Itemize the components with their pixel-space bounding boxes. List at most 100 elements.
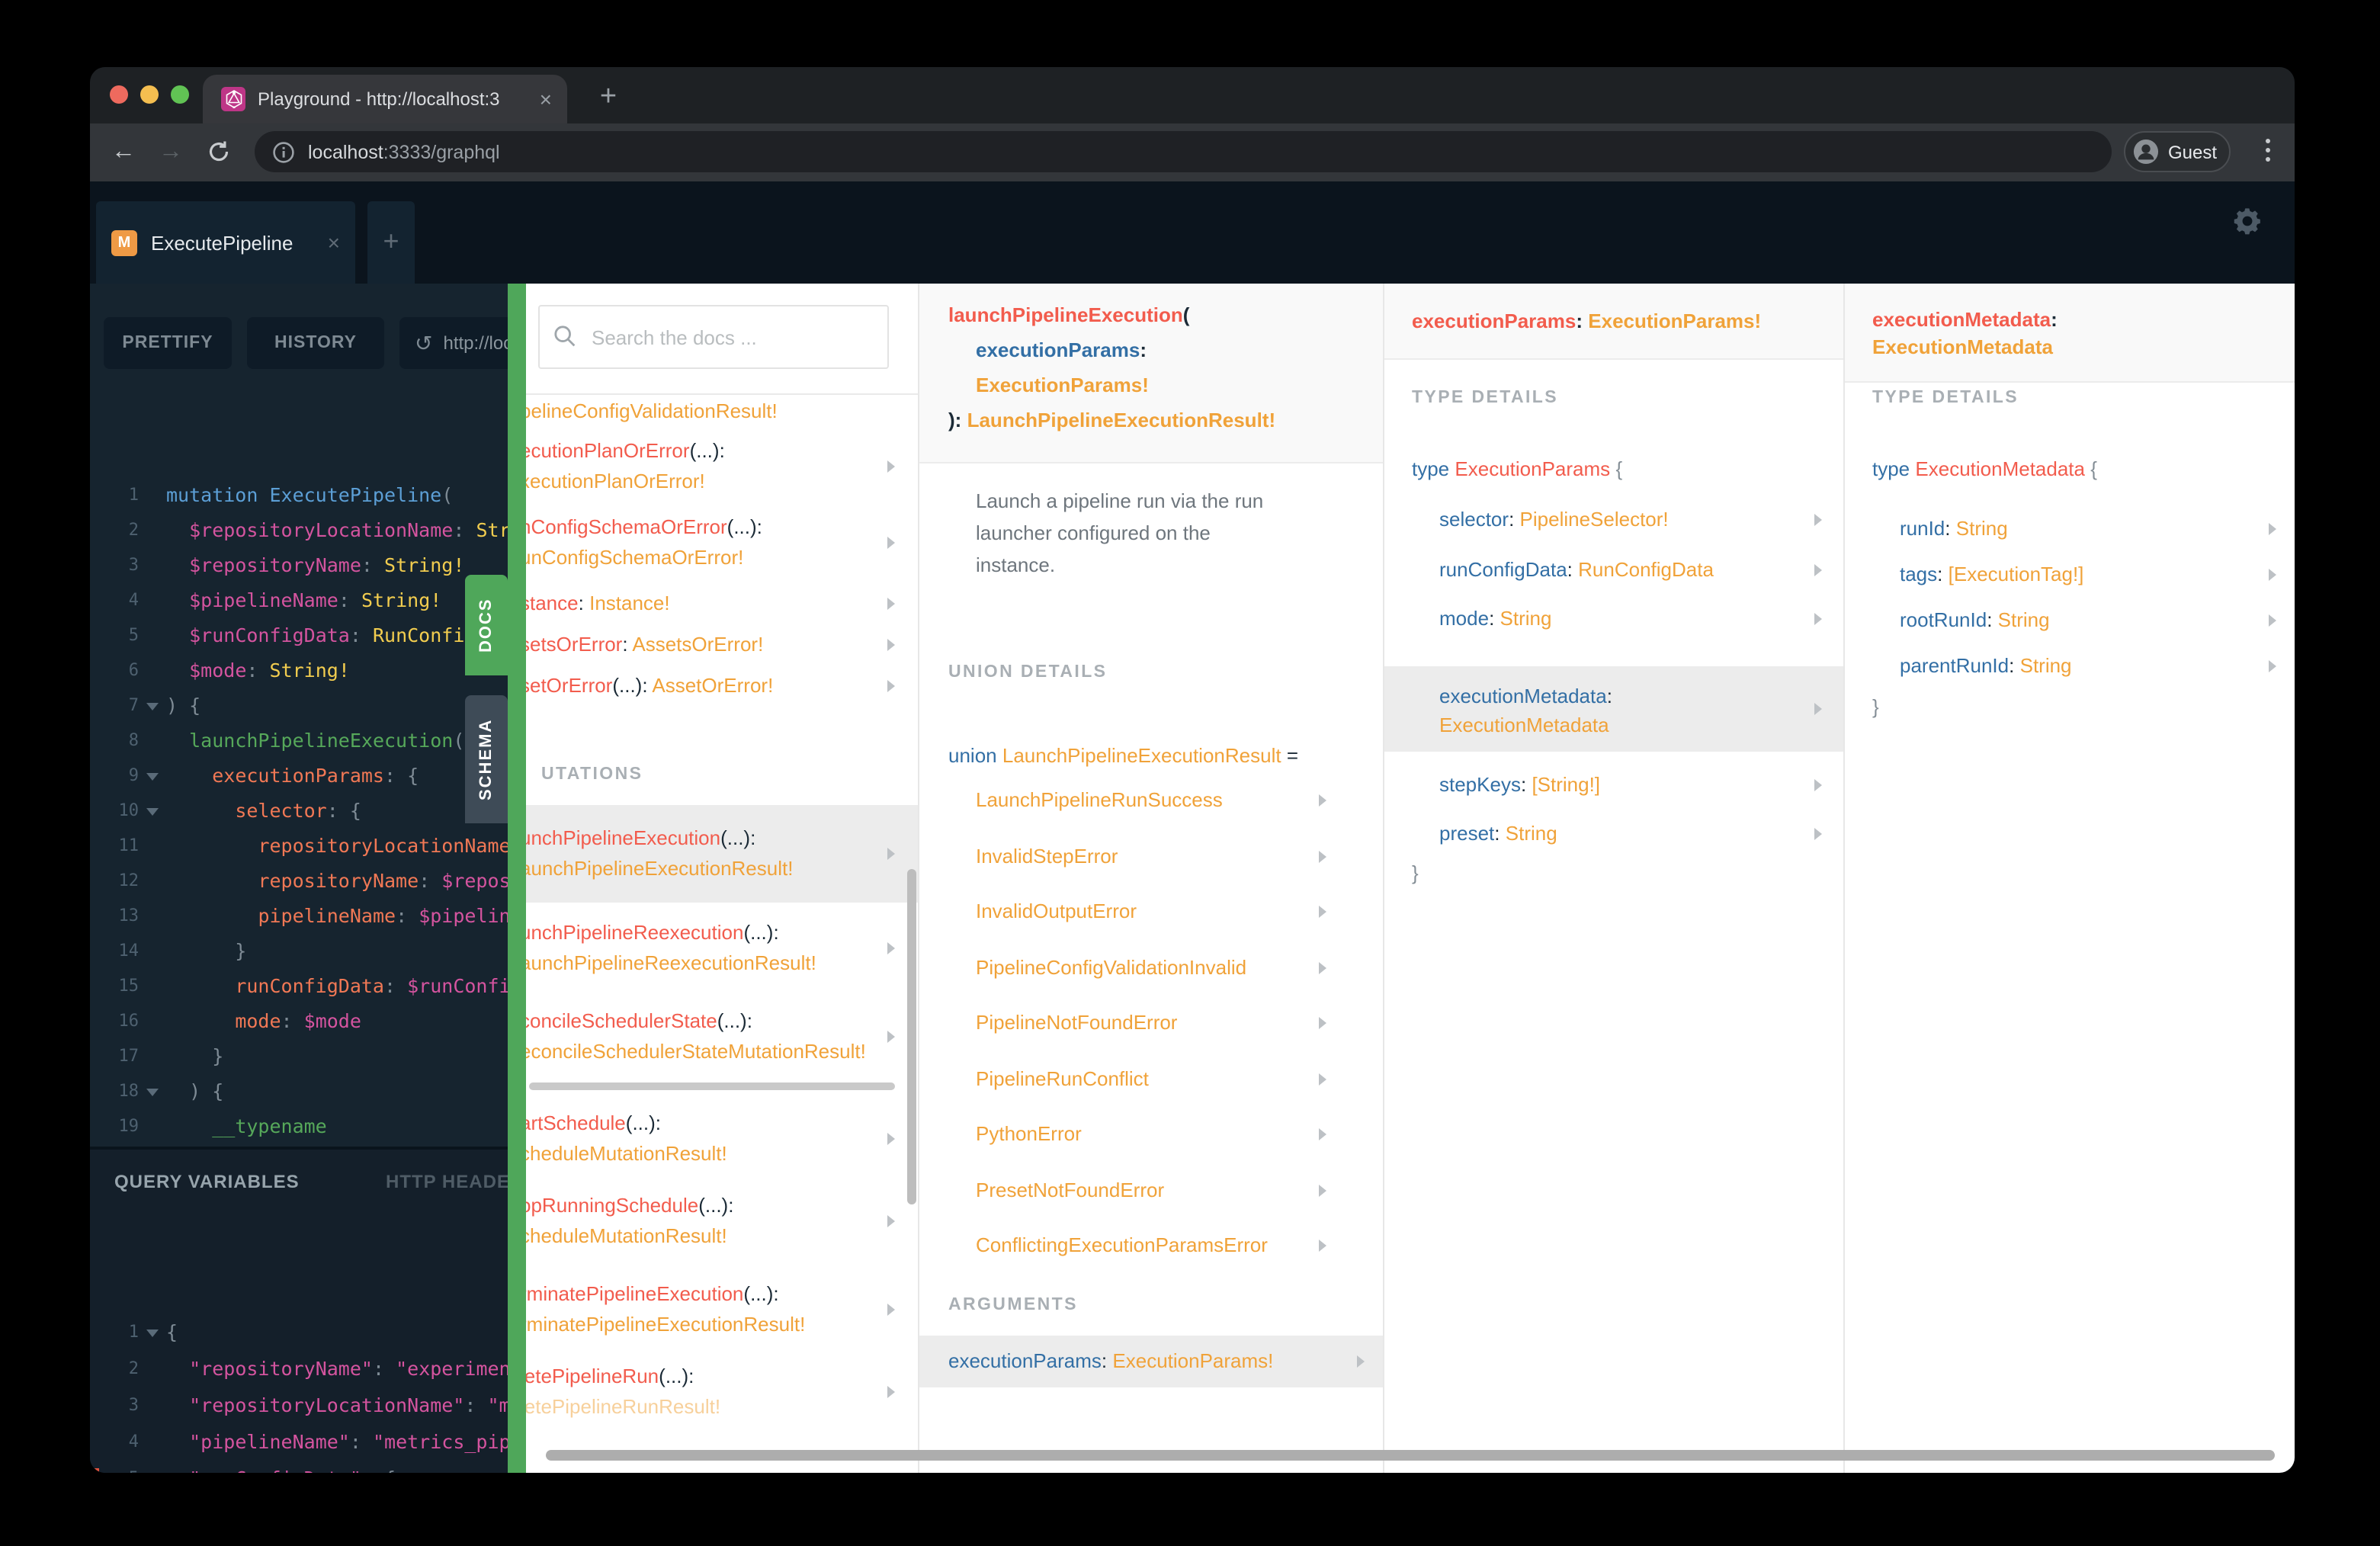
editor-line-13[interactable]: 13 pipelineName: $pipelineName: [90, 898, 508, 933]
doc-item-PythonError[interactable]: PythonError: [976, 1122, 1354, 1178]
type-declaration: type ExecutionMetadata {: [1872, 457, 2097, 480]
editor-line-4[interactable]: 4 "pipelineName": "metrics_pipeline": [90, 1424, 508, 1461]
doc-item-unchPipelineExecution[interactable]: unchPipelineExecution(...): aunchPipeline…: [526, 805, 918, 903]
schema-side-tab[interactable]: SCHEMA: [465, 695, 508, 823]
reload-icon[interactable]: [200, 134, 236, 171]
editor-line-8[interactable]: 8 launchPipelineExecution(: [90, 723, 508, 758]
doc-item-LaunchPipelineRunSuccess[interactable]: LaunchPipelineRunSuccess: [976, 788, 1354, 844]
endpoint-reload-icon[interactable]: ↺: [415, 330, 432, 356]
forward-icon[interactable]: →: [152, 134, 189, 171]
tab-query-variables[interactable]: QUERY VARIABLES: [114, 1171, 300, 1192]
doc-item-letePipelineRun[interactable]: letePipelineRun(...): letePipelineRunResu…: [526, 1362, 918, 1423]
doc-item-opRunningSchedule[interactable]: opRunningSchedule(...): cheduleMutationRe…: [526, 1191, 918, 1252]
doc-item-PresetNotFoundError[interactable]: PresetNotFoundError: [976, 1178, 1354, 1233]
doc-item-stepKeys[interactable]: stepKeys: [String!]: [1439, 772, 1843, 822]
editor-line-11[interactable]: 11 repositoryLocationName: $repositoryLo…: [90, 828, 508, 863]
editor-line-9[interactable]: 9 executionParams: {: [90, 758, 508, 793]
editor-line-14[interactable]: 14 }: [90, 933, 508, 968]
address-bar[interactable]: localhost:3333/graphql: [255, 131, 2112, 172]
query-editor[interactable]: 1 mutation ExecutePipeline(2 $repositoryL…: [90, 477, 508, 1255]
doc-item-mode[interactable]: mode: String: [1439, 607, 1843, 656]
editor-line-15[interactable]: 15 runConfigData: $runConfigData: [90, 968, 508, 1003]
doc-item-setOrError[interactable]: setOrError(...): AssetOrError!: [526, 671, 918, 701]
editor-line-3[interactable]: 3 "repositoryLocationName": "metrics": [90, 1387, 508, 1424]
doc-item-executionParams-argument[interactable]: executionParams: ExecutionParams!: [919, 1336, 1383, 1387]
docs-column-hscrollbar[interactable]: [529, 1083, 895, 1090]
docs-side-tab[interactable]: DOCS: [465, 575, 508, 675]
doc-item-rootRunId[interactable]: rootRunId: String: [1900, 608, 2295, 654]
editor-line-17[interactable]: 17 }: [90, 1038, 508, 1073]
tab-http-headers[interactable]: HTTP HEADERS: [386, 1171, 508, 1192]
docs-panel-edge[interactable]: [508, 284, 526, 1473]
editor-line-2[interactable]: 2 $repositoryLocationName: String!: [90, 512, 508, 547]
doc-item-setsOrError[interactable]: setsOrError: AssetsOrError!: [526, 630, 918, 660]
editor-line-5[interactable]: 5 $runConfigData: RunConfigData!: [90, 617, 508, 653]
doc-item-InvalidStepError[interactable]: InvalidStepError: [976, 844, 1354, 900]
minimize-window-button[interactable]: [140, 85, 159, 104]
doc-item-stance[interactable]: stance: Instance!: [526, 589, 918, 619]
session-tab-close-icon[interactable]: ×: [328, 230, 340, 255]
doc-item-artSchedule[interactable]: artSchedule(...): cheduleMutationResult!: [526, 1108, 918, 1169]
editor-line-1[interactable]: 1 mutation ExecutePipeline(: [90, 477, 508, 512]
doc-item-tags[interactable]: tags: [ExecutionTag!]: [1900, 563, 2295, 608]
prettify-button[interactable]: PRETTIFY: [104, 317, 232, 369]
doc-item-PipelineRunConflict[interactable]: PipelineRunConflict: [976, 1066, 1354, 1122]
maximize-window-button[interactable]: [171, 85, 189, 104]
fold-caret-icon[interactable]: [139, 688, 166, 723]
doc-item-rminatePipelineExecution[interactable]: rminatePipelineExecution(...): rminatePip…: [526, 1279, 918, 1340]
new-session-tab-button[interactable]: +: [367, 201, 415, 284]
doc-item-concileSchedulerState[interactable]: concileSchedulerState(...): econcileSched…: [526, 1006, 918, 1067]
doc-item-selector[interactable]: selector: PipelineSelector!: [1439, 508, 1843, 557]
doc-item-runId[interactable]: runId: String: [1900, 517, 2295, 563]
editor-line-10[interactable]: 10 selector: {: [90, 793, 508, 828]
editor-line-2[interactable]: 2 "repositoryName": "experimental": [90, 1351, 508, 1387]
back-icon[interactable]: ←: [105, 134, 142, 171]
session-tab-executepipeline[interactable]: M ExecutePipeline ×: [96, 201, 355, 284]
doc-item-PipelineNotFoundError[interactable]: PipelineNotFoundError: [976, 1011, 1354, 1066]
browser-tab[interactable]: Playground - http://localhost:3 ×: [203, 75, 567, 123]
doc-item-parentRunId[interactable]: parentRunId: String: [1900, 654, 2295, 700]
browser-menu-icon[interactable]: [2255, 134, 2279, 171]
doc-item-unchPipelineReexecution[interactable]: unchPipelineReexecution(...): aunchPipeli…: [526, 918, 918, 979]
editor-line-3[interactable]: 3 $repositoryName: String!: [90, 547, 508, 582]
doc-item-ConflictingExecutionParamsError[interactable]: ConflictingExecutionParamsError: [976, 1233, 1354, 1289]
docs-horizontal-scrollbar[interactable]: [546, 1450, 2275, 1461]
expand-arrow-icon: [887, 460, 895, 473]
new-tab-button[interactable]: +: [585, 76, 631, 119]
doc-item-nConfigSchemaOrError[interactable]: nConfigSchemaOrError(...): unConfigSchema…: [526, 512, 918, 573]
editor-line-12[interactable]: 12 repositoryName: $repositoryName: [90, 863, 508, 898]
history-button[interactable]: HISTORY: [247, 317, 384, 369]
expand-arrow-icon: [887, 598, 895, 610]
doc-item-runConfigData[interactable]: runConfigData: RunConfigData: [1439, 557, 1843, 607]
fold-caret-icon[interactable]: [139, 1073, 166, 1108]
variables-editor[interactable]: 1{2 "repositoryName": "experimental"3 "r…: [90, 1314, 508, 1473]
editor-line-4[interactable]: 4 $pipelineName: String!: [90, 582, 508, 617]
doc-item-executionMetadata[interactable]: executionMetadata: ExecutionMetadata: [1384, 666, 1843, 751]
doc-item-preset[interactable]: preset: String: [1439, 822, 1843, 871]
doc-item-partial[interactable]: pelineConfigValidationResult!: [526, 396, 918, 427]
editor-line-18[interactable]: 18 ) {: [90, 1073, 508, 1108]
profile-button[interactable]: Guest: [2124, 131, 2231, 172]
doc-item-InvalidOutputError[interactable]: InvalidOutputError: [976, 900, 1354, 955]
site-info-icon[interactable]: [273, 141, 294, 162]
editor-line-19[interactable]: 19 __typename: [90, 1108, 508, 1143]
graphql-favicon-icon: [221, 87, 245, 111]
endpoint-input[interactable]: ↺ http://loc: [399, 317, 508, 369]
close-window-button[interactable]: [110, 85, 128, 104]
union-details-header: UNION DETAILS: [948, 663, 1108, 682]
fold-caret-icon[interactable]: [139, 758, 166, 793]
fold-caret-icon[interactable]: [139, 793, 166, 828]
editor-line-1[interactable]: 1{: [90, 1314, 508, 1351]
editor-line-5[interactable]: 5 "runConfigData": {: [90, 1461, 508, 1473]
doc-item-PipelineConfigValidationInvalid[interactable]: PipelineConfigValidationInvalid: [976, 955, 1354, 1011]
settings-gear-icon[interactable]: [2231, 204, 2264, 238]
editor-line-6[interactable]: 6 $mode: String!: [90, 653, 508, 688]
editor-line-16[interactable]: 16 mode: $mode: [90, 1003, 508, 1038]
editor-line-7[interactable]: 7) {: [90, 688, 508, 723]
fold-caret-icon[interactable]: [139, 1461, 166, 1473]
doc-item-ecutionPlanOrError[interactable]: ecutionPlanOrError(...): xecutionPlanOrEr…: [526, 436, 918, 497]
docs-column-scrollbar[interactable]: [907, 869, 916, 1204]
fold-caret-icon[interactable]: [139, 1314, 166, 1351]
search-input[interactable]: [538, 305, 889, 369]
tab-close-icon[interactable]: ×: [540, 87, 552, 111]
